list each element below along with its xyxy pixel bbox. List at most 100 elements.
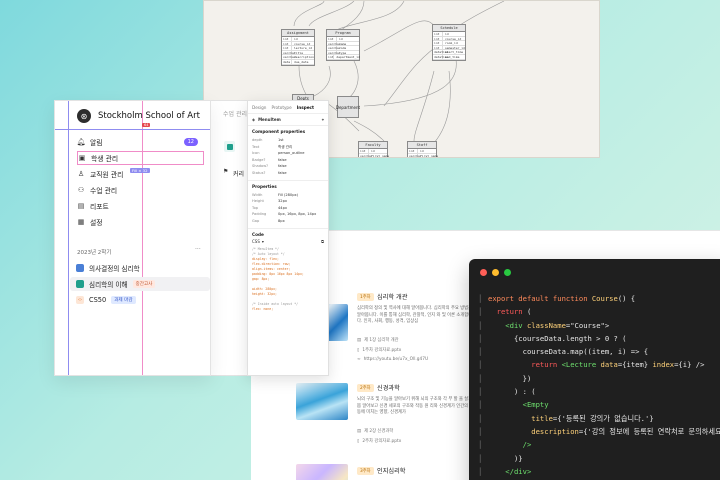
er-cell: code xyxy=(339,46,347,51)
er-cell: department_id xyxy=(336,55,360,60)
copy-icon[interactable]: ⧉ xyxy=(321,239,324,244)
flag-icon: ⚑ xyxy=(223,168,229,175)
close-dot-icon[interactable] xyxy=(480,269,487,276)
er-cell: room_id xyxy=(445,41,458,46)
file-icon: ▯ xyxy=(357,347,360,353)
sidebar-item-faculty[interactable]: ♙ 교직원 관리 xyxy=(77,167,204,181)
code-lang-select[interactable]: CSS xyxy=(252,239,260,244)
code-token: courseData.map((item, i) => { xyxy=(488,347,649,357)
code-token: data xyxy=(600,360,618,370)
meta-text: 2주차 강의자료.pptx xyxy=(362,439,402,444)
code-token: /> xyxy=(488,440,532,450)
maximize-dot-icon[interactable] xyxy=(504,269,511,276)
course-label: CS50 xyxy=(89,296,107,304)
sidebar-item-label: 리포트 xyxy=(90,203,109,211)
target-icon[interactable]: ⌖ xyxy=(322,117,324,122)
code-line: <div className="Course"> xyxy=(488,319,720,332)
code-token: )} xyxy=(488,453,523,463)
sidebar-item-notifications[interactable]: 🔔︎ 알림 12 xyxy=(77,135,204,149)
gutter-mark: │ xyxy=(478,400,483,410)
er-cell: datetime xyxy=(434,54,449,59)
minimize-dot-icon[interactable] xyxy=(492,269,499,276)
sidebar-course-item[interactable]: ‹› CS50 과제 마감 xyxy=(70,293,210,307)
sidebar-item-settings[interactable]: ▦ 설정 xyxy=(77,215,204,229)
school-name: Stockholm School of Art xyxy=(98,111,200,121)
gutter-mark: │ xyxy=(478,413,483,423)
er-cell: int xyxy=(328,55,335,60)
code-line: ) : ( xyxy=(488,385,720,398)
link-icon: ∞ xyxy=(357,357,361,362)
sidebar-item-classes[interactable]: ⚇ 수업 관리 xyxy=(77,183,204,197)
prop-value: 32px xyxy=(278,199,287,204)
prop-key: Height xyxy=(252,199,264,204)
prop-key: Badge? xyxy=(252,157,266,162)
code-token: ={'등록된 강의가 없습니다.'} xyxy=(552,413,654,423)
er-cell: int xyxy=(433,32,443,36)
lesson-title[interactable]: 인지심리학 xyxy=(377,466,405,475)
code-line: }) xyxy=(488,372,720,385)
code-token: index xyxy=(652,360,675,370)
lesson-file[interactable]: ▯ 1주차 강의자료.pptx xyxy=(357,347,401,354)
section-label: 커리 xyxy=(233,171,245,178)
notification-count-badge: 12 xyxy=(183,138,198,146)
er-cell: due_date xyxy=(294,59,309,64)
class-icon: ⚇ xyxy=(77,186,85,194)
er-table-program: Program int id varchar name varchar code va… xyxy=(326,29,360,61)
sidebar-item-reports[interactable]: ▤ 리포트 xyxy=(77,199,204,213)
lesson-thumbnail xyxy=(296,383,348,420)
prop-value: 44px xyxy=(278,205,287,210)
er-cell: end_time xyxy=(445,54,460,59)
code-line: )} xyxy=(488,452,720,465)
course-color-icon xyxy=(76,280,84,288)
gutter-mark: │ xyxy=(478,360,483,370)
lesson-chapter: ▤ 제 2장 신경과학 xyxy=(357,428,393,435)
code-line: return ( xyxy=(488,305,720,318)
sidebar-panel: ⊛ Stockholm School of Art 64 🔔︎ 알림 12 ▣ … xyxy=(54,100,211,376)
er-table-faculty: Faculty int id varchar first_name xyxy=(358,141,389,157)
lesson-link[interactable]: ∞ https://youtu.be/u7x_Oll.g47U xyxy=(357,357,428,362)
lesson-description: 심리학의 정의 및 역사에 대해 알아봅니다. 심리학의 주요 방법을 알아봅니… xyxy=(357,306,473,325)
er-cell: int xyxy=(433,36,443,41)
er-cell: course_id xyxy=(294,41,311,46)
er-cell: type xyxy=(339,50,347,55)
gutter-mark: │ xyxy=(478,320,483,330)
lesson-title[interactable]: 신경과학 xyxy=(377,383,400,392)
file-icon: ▯ xyxy=(357,438,360,444)
prop-key: Width xyxy=(252,192,263,197)
code-token: <Empty xyxy=(488,400,549,410)
section-title: Properties xyxy=(252,183,277,189)
tab-design[interactable]: Design xyxy=(252,105,266,110)
tab-prototype[interactable]: Prototype xyxy=(271,105,291,110)
lesson-title[interactable]: 심리학 개관 xyxy=(377,292,407,301)
gutter-mark: │ xyxy=(478,426,483,436)
code-line: courseData.map((item, i) => { xyxy=(488,345,720,358)
er-cell: varchar xyxy=(283,50,296,55)
component-icon: ◈ xyxy=(252,117,256,122)
er-cell: int xyxy=(433,45,443,50)
prop-key: Text xyxy=(252,144,260,149)
more-icon[interactable]: ··· xyxy=(195,246,201,253)
er-cell: int xyxy=(282,37,292,41)
school-header[interactable]: ⊛ Stockholm School of Art xyxy=(77,109,200,123)
tab-inspect[interactable]: Inspect xyxy=(297,105,314,110)
gutter-mark: │ xyxy=(478,307,483,317)
code-token: }) xyxy=(488,373,532,383)
lesson-file[interactable]: ▯ 2주차 강의자료.pptx xyxy=(357,438,402,445)
properties-section: Properties Width Fill (280px) Height 32px … xyxy=(248,181,328,229)
layout-guide xyxy=(210,101,211,375)
code-token: title xyxy=(488,413,553,423)
er-cell: int xyxy=(359,149,369,153)
code-line: description={'강의 정보에 등록된 연락처로 문의하세요.'} xyxy=(488,425,720,438)
prop-value: 학생 관리 xyxy=(278,144,293,149)
code-token: <div xyxy=(488,320,527,330)
code-editor[interactable]: │││││││││││││││ export default function … xyxy=(469,259,720,480)
sidebar-course-item[interactable]: 의사결정의 심리학 xyxy=(70,261,210,275)
er-cell: int xyxy=(408,149,418,153)
prop-value: false xyxy=(278,157,287,162)
lesson-chapter: ▤ 제 1장 심리학 개관 xyxy=(357,337,399,344)
code-line: </div> xyxy=(488,465,720,478)
gutter-mark: │ xyxy=(478,440,483,450)
sidebar-item-students[interactable]: ▣ 학생 관리 xyxy=(77,151,204,165)
sidebar-course-item[interactable]: 심리학의 이해 중간고사 xyxy=(70,277,210,291)
er-table-title: Assignment xyxy=(282,30,314,37)
